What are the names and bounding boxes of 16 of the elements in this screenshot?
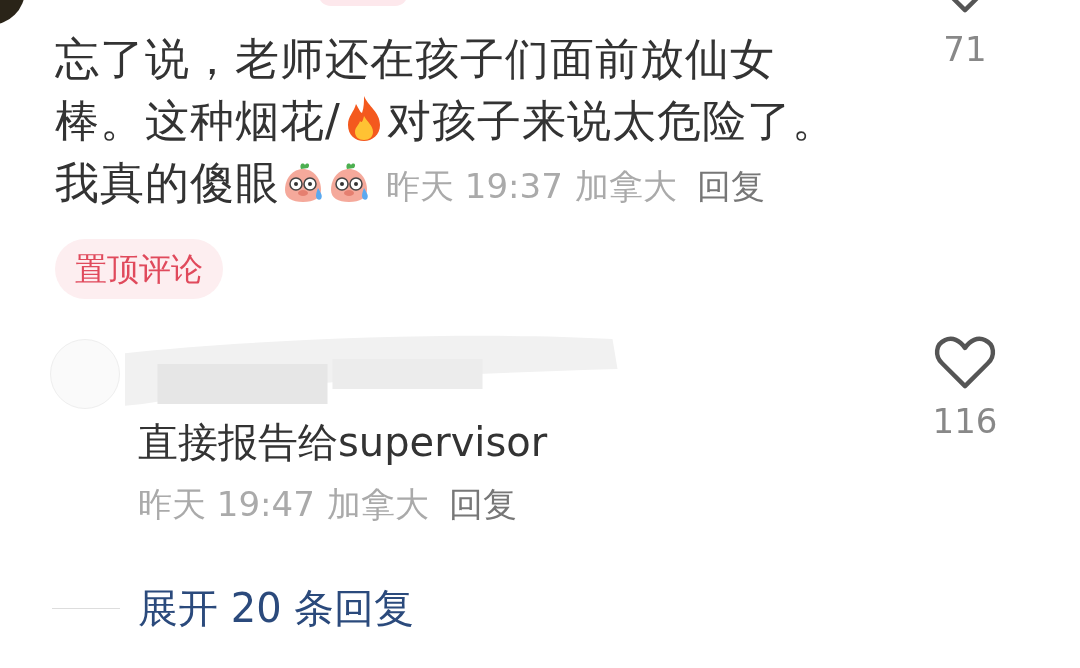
like-count: 71 — [943, 28, 987, 71]
reply-link[interactable]: 回复 — [696, 166, 765, 206]
expand-replies-button[interactable]: 展开 20 条回复 — [138, 578, 415, 638]
comment-text: 对孩子来说太危险了。 — [386, 95, 837, 146]
heart-icon[interactable] — [934, 334, 996, 390]
comment-text: 棒。这种烟花/ — [55, 95, 341, 146]
reply-time: 昨天 19:47 — [138, 484, 315, 524]
comment-time: 昨天 19:37 — [386, 166, 563, 206]
reply-location: 加拿大 — [326, 484, 429, 524]
reply-link[interactable]: 回复 — [448, 484, 517, 524]
reply-text: 直接报告给supervisor — [138, 418, 549, 467]
comment-text: 我真的傻眼 — [55, 157, 280, 208]
comment-text: 忘了说，老师还在孩子们面前放仙女 — [55, 33, 775, 84]
comment-location: 加拿大 — [574, 166, 677, 206]
pinned-tag: 置顶评论 — [55, 239, 223, 299]
like-count: 116 — [932, 400, 998, 443]
